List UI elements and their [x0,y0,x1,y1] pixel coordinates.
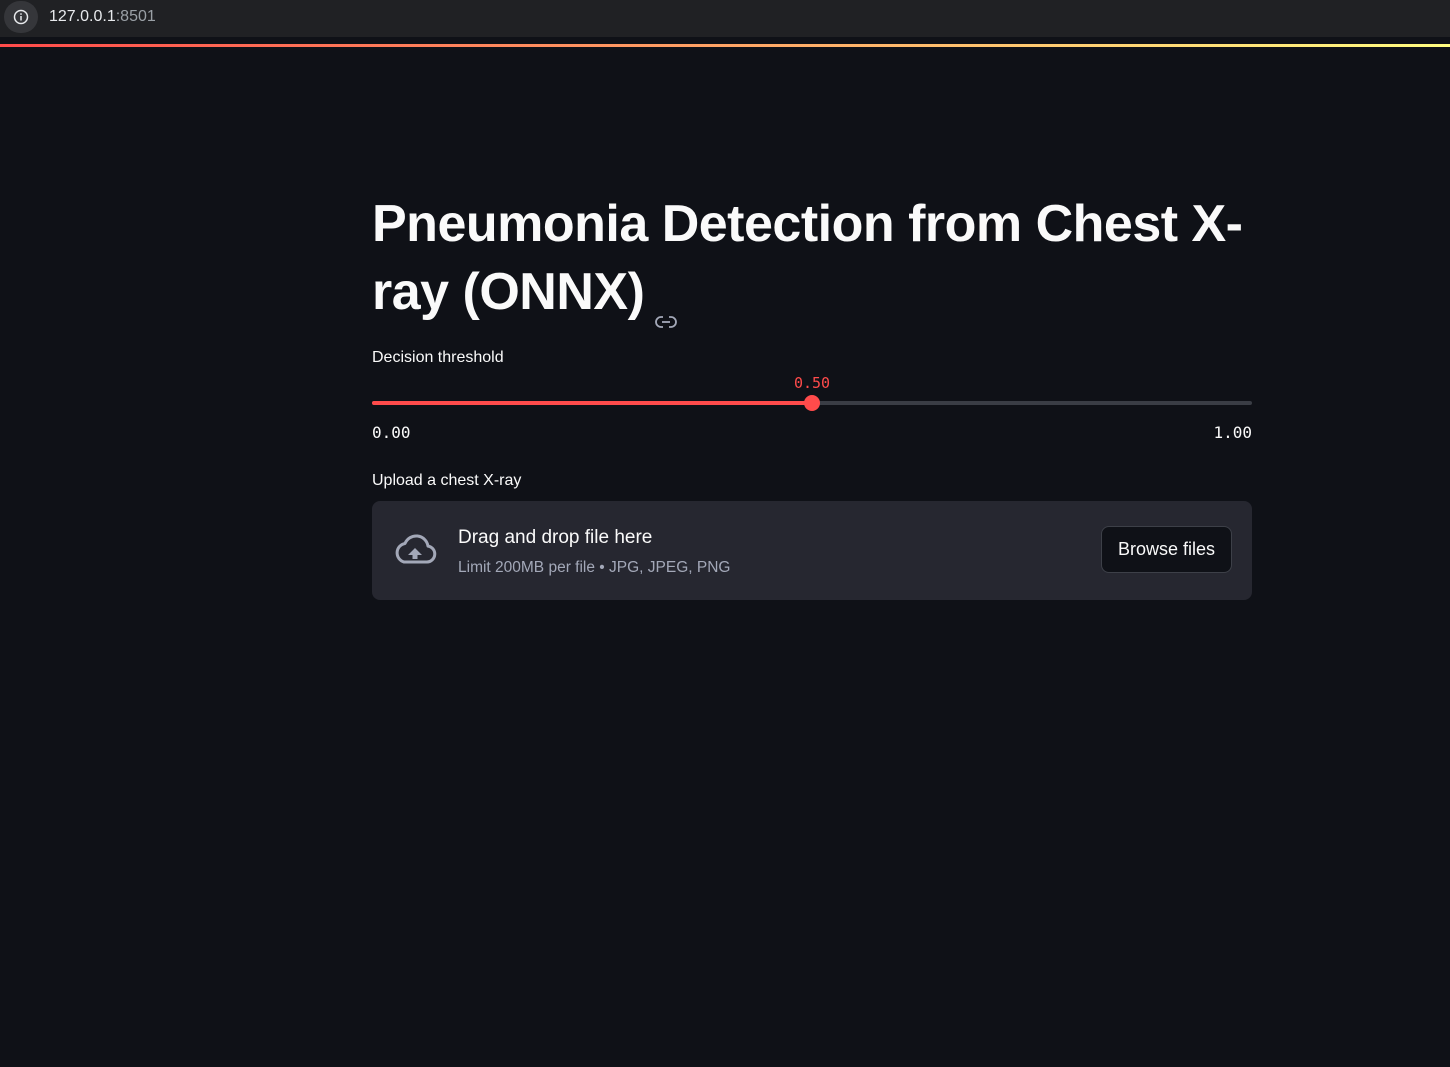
header-decoration-bar [0,44,1450,47]
url-text[interactable]: 127.0.0.1:8501 [49,7,156,27]
url-port: :8501 [115,8,156,25]
threshold-slider-label: Decision threshold [372,349,504,366]
upload-label: Upload a chest X-ray [372,472,522,489]
threshold-slider[interactable]: 0.50 0.00 1.00 [372,370,1252,445]
info-icon [13,9,29,25]
cloud-upload-icon [395,534,437,564]
page-title: Pneumonia Detection from Chest X-ray (ON… [372,190,1252,329]
file-dropzone[interactable]: Drag and drop file here Limit 200MB per … [372,501,1252,600]
slider-min-label: 0.00 [372,423,411,442]
browser-address-bar[interactable]: 127.0.0.1:8501 [0,0,1450,37]
link-icon [655,316,678,329]
slider-fill [372,401,812,405]
dropzone-hint: Limit 200MB per file • JPG, JPEG, PNG [458,559,731,576]
dropzone-title: Drag and drop file here [458,527,653,548]
url-host: 127.0.0.1 [49,8,116,25]
slider-current-value: 0.50 [793,374,831,392]
site-info-button[interactable] [4,1,38,33]
slider-max-label: 1.00 [1213,423,1252,442]
page-title-text: Pneumonia Detection from Chest X-ray (ON… [372,195,1243,321]
browse-files-button[interactable]: Browse files [1101,526,1232,573]
slider-thumb[interactable] [804,395,820,411]
heading-anchor-link[interactable] [654,281,678,329]
